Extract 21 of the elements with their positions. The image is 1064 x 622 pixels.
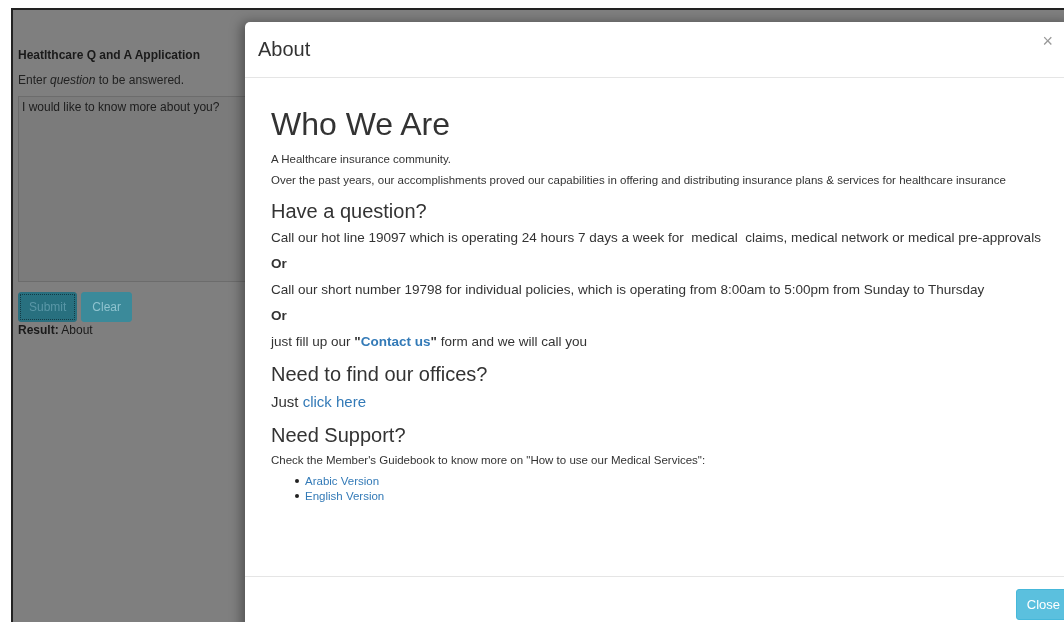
bullet-icon	[295, 479, 299, 483]
clear-button[interactable]: Clear	[81, 292, 133, 322]
dialog-title: About	[258, 38, 311, 61]
section-heading: Need to find our offices?	[271, 363, 489, 386]
instruction-text: Enter question to be answered.	[18, 73, 186, 87]
or-text: Or	[271, 256, 288, 271]
or-text: Or	[271, 308, 288, 323]
info-text: Call our short number 19798 for individual policies, which is operating from 8:00am to 5:00pm from Sunday to Thursday	[271, 282, 986, 297]
close-icon[interactable]: ×	[1042, 32, 1053, 50]
download-link[interactable]: Arabic Version	[305, 475, 380, 487]
close-button[interactable]: Close	[1015, 589, 1064, 620]
link[interactable]: Contact us	[360, 334, 431, 349]
app-title: Heatlthcare Q and A Application	[18, 48, 202, 62]
info-text: Just click here	[271, 393, 368, 410]
result-text: Result: About	[18, 323, 94, 337]
bullet-icon	[295, 494, 299, 498]
link[interactable]: click here	[302, 393, 367, 410]
info-text: Check the Member's Guidebook to know more on "How to use our Medical Services":	[271, 454, 707, 466]
info-text: just fill up our "Contact us" form and we will call you	[271, 334, 588, 349]
download-link[interactable]: English Version	[305, 490, 385, 502]
section-heading: Need Support?	[271, 424, 407, 447]
